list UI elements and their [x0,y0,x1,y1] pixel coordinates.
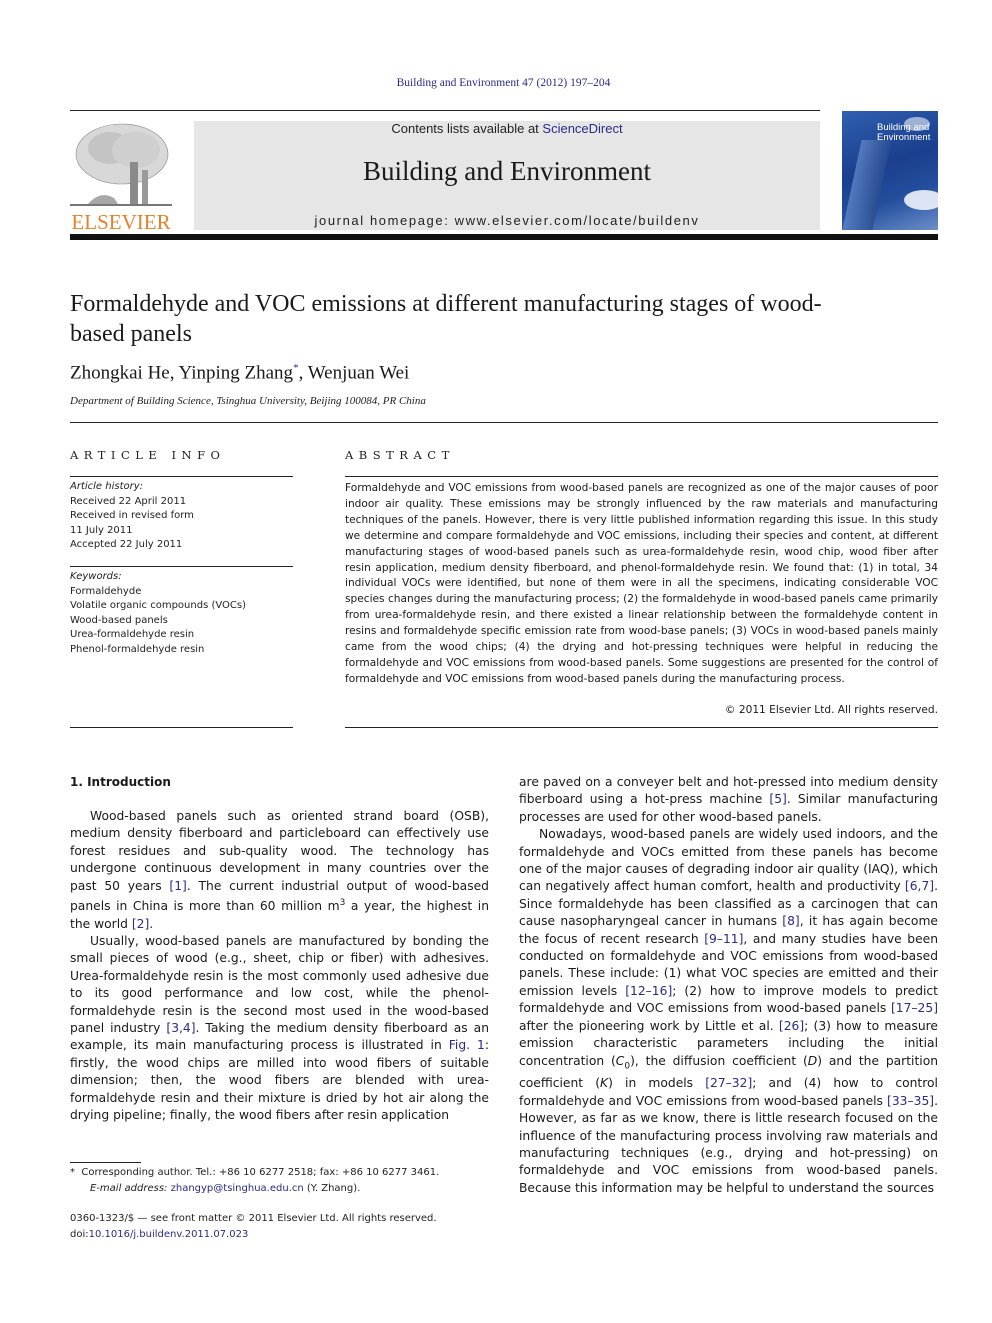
keywords: Keywords: Formaldehyde Volatile organic … [70,570,293,657]
citation-link[interactable]: [27–32] [705,1076,752,1090]
citation-link[interactable]: [12–16] [625,984,672,998]
doi-link[interactable]: 10.1016/j.buildenv.2011.07.023 [89,1229,249,1240]
journal-name: Building and Environment [363,156,651,186]
email-suffix: (Y. Zhang). [303,1182,361,1194]
divider [70,476,293,477]
article-title: Formaldehyde and VOC emissions at differ… [70,291,822,347]
abstract-heading: ABSTRACT [345,448,455,462]
article-history: Article history: Received 22 April 2011 … [70,480,293,553]
cover-title: Building and Environment [877,123,930,143]
article-history-label: Article history: [70,481,144,492]
contents-prefix: Contents lists available at [391,121,543,136]
history-entry: Received 22 April 2011 [70,495,187,507]
superscript: 3 [339,898,346,909]
elsevier-wordmark: ELSEVIER [71,210,171,234]
author-name[interactable]: Wenjuan Wei [308,362,410,383]
footnote-corresponding: Corresponding author. Tel.: +86 10 6277 … [81,1167,440,1178]
keyword: Wood-based panels [70,614,168,626]
cover-title-line: Environment [877,132,931,143]
divider [345,727,938,728]
math-symbol: K [600,1076,609,1091]
doi-label: doi: [70,1228,89,1240]
divider [345,476,938,477]
paragraph: Usually, wood-based panels are manufactu… [70,933,489,1122]
cover-building-graphic [842,140,892,230]
history-entry: Received in revised form [70,510,194,521]
author-name[interactable]: Zhongkai He [70,362,170,383]
citation-link[interactable]: [3,4] [166,1021,195,1035]
author-separator: , [169,362,179,384]
math-symbol: D [807,1053,818,1068]
divider [70,566,293,567]
keywords-label: Keywords: [70,571,122,582]
footnote-mark: * [70,1167,75,1178]
keyword: Phenol-formaldehyde resin [70,643,205,655]
divider [70,422,938,423]
author-list: Zhongkai He, Yinping Zhang*, Wenjuan Wei [70,362,409,384]
journal-reference[interactable]: Building and Environment 47 (2012) 197–2… [0,77,992,89]
issn-line: 0360-1323/$ — see front matter © 2011 El… [70,1211,490,1242]
section-heading-introduction: 1. Introduction [70,775,171,789]
body-column-right: are paved on a conveyer belt and hot-pre… [519,774,938,1197]
divider [70,727,293,728]
sciencedirect-link[interactable]: ScienceDirect [542,121,622,136]
citation-link[interactable]: [26] [779,1019,804,1033]
corresponding-author-footnote: * Corresponding author. Tel.: +86 10 627… [70,1165,490,1196]
keyword: Formaldehyde [70,585,142,597]
subscript: 0 [624,1060,631,1071]
abstract-text: Formaldehyde and VOC emissions from wood… [345,482,938,685]
contents-line: Contents lists available at ScienceDirec… [194,121,820,136]
citation-link[interactable]: [33–35] [887,1094,934,1108]
keyword: Volatile organic compounds (VOCs) [70,600,246,611]
author-affiliation: Department of Building Science, Tsinghua… [70,395,426,407]
citation-link[interactable]: [6,7] [905,879,934,893]
tree-icon [70,123,172,206]
body-column-left: Wood-based panels such as oriented stran… [70,808,489,1124]
journal-homepage[interactable]: journal homepage: www.elsevier.com/locat… [194,213,820,228]
citation-link[interactable]: [1] [169,879,186,893]
email-link[interactable]: zhangyp@tsinghua.edu.cn [171,1183,304,1194]
top-rule [70,110,820,111]
article-info-heading: ARTICLE INFO [70,448,226,462]
author-name[interactable]: Yinping Zhang [179,362,294,383]
paragraph: Wood-based panels such as oriented stran… [70,809,489,931]
citation-link[interactable]: Fig. 1 [449,1038,485,1052]
citation-link[interactable]: [2] [132,917,149,931]
citation-link[interactable]: [5] [769,792,786,806]
abstract-copyright: © 2011 Elsevier Ltd. All rights reserved… [724,704,938,716]
issn-text: 0360-1323/$ — see front matter © 2011 El… [70,1213,437,1224]
keyword: Urea-formaldehyde resin [70,629,195,640]
history-entry: Accepted 22 July 2011 [70,539,183,550]
paragraph: Nowadays, wood-based panels are widely u… [519,827,939,1195]
cover-cloud-graphic [904,190,938,210]
footnote-rule [70,1162,141,1163]
author-separator: , [298,362,308,384]
citation-link[interactable]: [8] [782,914,799,928]
journal-cover-image[interactable]: Building and Environment [842,111,938,230]
email-label: E-mail address: [90,1182,168,1194]
citation-link[interactable]: [17–25] [891,1001,938,1015]
citation-link[interactable]: [9–11] [704,932,743,946]
paragraph: are paved on a conveyer belt and hot-pre… [519,775,939,824]
header-thick-rule [70,234,938,240]
history-entry: 11 July 2011 [70,524,133,536]
